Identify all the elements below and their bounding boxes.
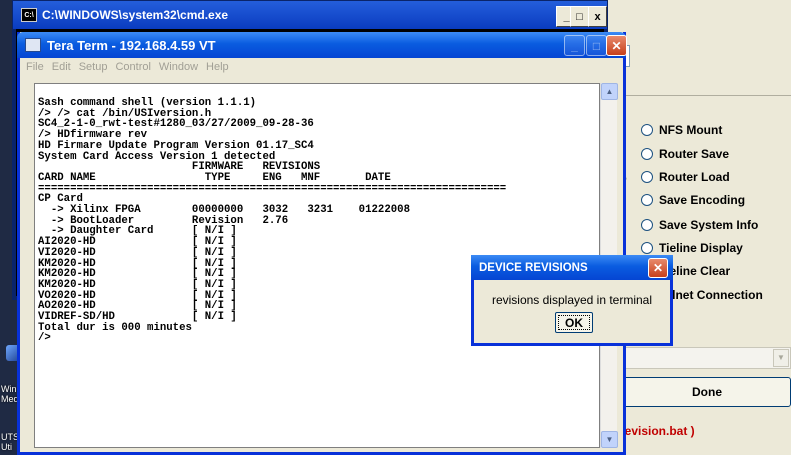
radio-label: Save System Info	[659, 218, 759, 232]
radio-label: Router Load	[659, 170, 730, 184]
teraterm-icon	[25, 38, 41, 52]
status-text: trevision.bat )	[616, 424, 695, 438]
scroll-up-icon[interactable]: ▲	[601, 83, 618, 100]
device-revisions-dialog: DEVICE REVISIONS ✕ revisions displayed i…	[471, 255, 673, 346]
radio-icon	[641, 194, 653, 206]
scroll-down-icon[interactable]: ▼	[601, 431, 618, 448]
done-button[interactable]: Done	[623, 377, 791, 407]
cmd-title: C:\WINDOWS\system32\cmd.exe	[42, 8, 229, 22]
cmd-icon: C:\	[21, 8, 37, 22]
cmd-maximize-button[interactable]: □	[570, 6, 589, 27]
menu-edit[interactable]: Edit	[52, 61, 71, 73]
radio-icon	[641, 171, 653, 183]
desktop-label: Win	[1, 384, 17, 394]
radio-router-load[interactable]: Router Load	[641, 170, 730, 184]
radio-save-system-info[interactable]: Save System Info	[641, 218, 758, 232]
terminal-line: ========================================…	[38, 182, 507, 195]
radio-icon	[641, 124, 653, 136]
chevron-down-icon: ▼	[773, 349, 789, 367]
radio-tieline-display[interactable]: Tieline Display	[641, 241, 743, 255]
minimize-icon[interactable]: _	[564, 35, 585, 56]
radio-icon	[641, 219, 653, 231]
disabled-dropdown[interactable]: ▼	[612, 347, 791, 369]
radio-icon	[641, 242, 653, 254]
radio-label: Tieline Display	[659, 241, 743, 255]
radio-label: Telnet Connection	[659, 288, 763, 302]
close-icon[interactable]: ✕	[606, 35, 627, 56]
dialog-message: revisions displayed in terminal	[491, 293, 653, 307]
close-icon[interactable]: ✕	[648, 258, 668, 278]
radio-nfs-mount[interactable]: NFS Mount	[641, 123, 722, 137]
radio-label: NFS Mount	[659, 123, 723, 137]
menu-file[interactable]: File	[26, 61, 44, 73]
menu-control[interactable]: Control	[115, 61, 150, 73]
menu-setup[interactable]: Setup	[79, 61, 108, 73]
cmd-close-button[interactable]: x	[588, 6, 607, 27]
dialog-title: DEVICE REVISIONS	[479, 261, 588, 274]
menu-help[interactable]: Help	[206, 61, 229, 73]
radio-label: Save Encoding	[659, 193, 746, 207]
desktop-label: Uti	[1, 442, 12, 452]
cmd-titlebar[interactable]: C:\ C:\WINDOWS\system32\cmd.exe	[13, 1, 607, 29]
radio-icon	[641, 148, 653, 160]
ok-button[interactable]: OK	[555, 312, 593, 333]
teraterm-window: Tera Term - 192.168.4.59 VT _ □ ✕ File E…	[17, 32, 627, 455]
radio-label: Router Save	[659, 147, 730, 161]
teraterm-title: Tera Term - 192.168.4.59 VT	[47, 37, 216, 53]
divider	[606, 95, 791, 96]
radio-save-encoding[interactable]: Save Encoding	[641, 193, 745, 207]
menu-bar: File Edit Setup Control Window Help	[20, 58, 623, 76]
menu-window[interactable]: Window	[159, 61, 198, 73]
terminal-line: HD Firmare Update Program Version 01.17_…	[38, 139, 314, 152]
radio-router-save[interactable]: Router Save	[641, 147, 729, 161]
maximize-icon[interactable]: □	[586, 35, 607, 56]
dialog-titlebar[interactable]: DEVICE REVISIONS	[471, 255, 673, 280]
teraterm-titlebar[interactable]: Tera Term - 192.168.4.59 VT	[17, 32, 626, 58]
control-app-window: ▼ g l nfo y NFS Mount Router Save Router…	[606, 0, 791, 455]
